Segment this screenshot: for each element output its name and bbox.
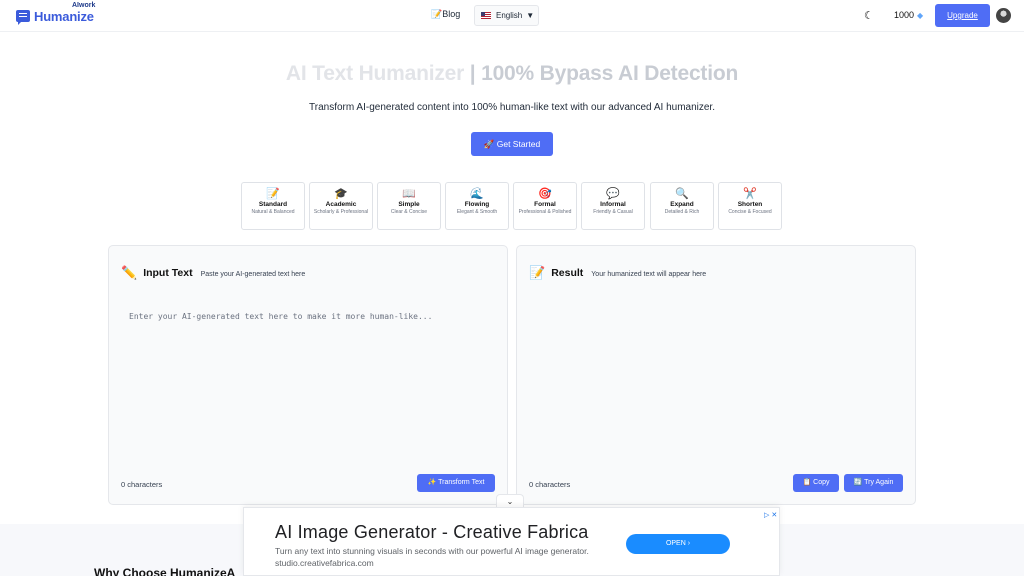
mode-name: Formal xyxy=(534,201,556,208)
memo-icon: 📝 xyxy=(529,265,546,280)
pencil-icon: ✏️ xyxy=(121,265,138,280)
chevron-down-icon: ▼ xyxy=(526,11,535,20)
try-again-button[interactable]: 🔄 Try Again xyxy=(844,474,903,492)
speech-bubble-icon: 💬 xyxy=(606,188,620,200)
mode-informal[interactable]: 💬 Informal Friendly & Casual xyxy=(581,182,645,230)
result-output[interactable] xyxy=(529,302,905,452)
chevron-down-icon: ⌄ xyxy=(506,497,514,506)
book-icon: 📖 xyxy=(402,188,416,200)
result-char-count: 0 characters xyxy=(529,480,571,489)
input-char-count: 0 characters xyxy=(121,480,163,489)
input-panel-title: Input Text xyxy=(143,267,193,279)
mode-standard[interactable]: 📝 Standard Natural & Balanced xyxy=(241,182,305,230)
language-label: English xyxy=(496,11,523,20)
avatar[interactable] xyxy=(996,8,1011,23)
graduation-cap-icon: 🎓 xyxy=(334,188,348,200)
get-started-button[interactable]: 🚀 Get Started xyxy=(471,132,553,156)
mode-name: Academic xyxy=(325,201,357,208)
why-choose-heading: Why Choose HumanizeA xyxy=(94,566,236,576)
diamond-icon: ◆ xyxy=(917,11,924,20)
mode-name: Shorten xyxy=(737,201,763,208)
logo-text: Humanize xyxy=(34,9,94,24)
input-textarea[interactable] xyxy=(121,302,501,452)
ad-title[interactable]: AI Image Generator - Creative Fabrica xyxy=(275,522,589,543)
mode-desc: Elegant & Smooth xyxy=(456,209,498,215)
mode-desc: Natural & Balanced xyxy=(251,209,295,215)
result-panel-header: 📝 Result Your humanized text will appear h… xyxy=(529,263,707,280)
mode-flowing[interactable]: 🌊 Flowing Elegant & Smooth xyxy=(445,182,509,230)
mode-desc: Detailed & Rich xyxy=(664,209,700,215)
target-icon: 🎯 xyxy=(538,188,552,200)
ad-collapse-toggle[interactable]: ⌄ xyxy=(496,494,524,508)
memo-icon: 📝 xyxy=(266,188,280,200)
title-part-b: | 100% Bypass AI Detection xyxy=(464,62,739,85)
credits-count: 1000 xyxy=(894,10,915,20)
language-select[interactable]: English ▼ xyxy=(474,5,539,26)
logo-subtitle: AIwork xyxy=(72,2,96,9)
mode-expand[interactable]: 🔍 Expand Detailed & Rich xyxy=(650,182,714,230)
input-panel: ✏️ Input Text Paste your AI-generated text… xyxy=(108,245,508,505)
result-panel: 📝 Result Your humanized text will appear h… xyxy=(516,245,916,505)
mode-simple[interactable]: 📖 Simple Clear & Concise xyxy=(377,182,441,230)
dark-mode-toggle-icon[interactable]: ☾ xyxy=(864,9,874,22)
mode-desc: Scholarly & Professional xyxy=(313,209,369,215)
page-subtitle: Transform AI-generated content into 100%… xyxy=(309,102,715,113)
ad-description: Turn any text into stunning visuals in s… xyxy=(275,546,589,568)
ad-banner[interactable]: ▷ ✕ AI Image Generator - Creative Fabric… xyxy=(243,507,780,576)
mode-desc: Clear & Concise xyxy=(390,209,428,215)
top-nav: AIwork Humanize 📝Blog English ▼ ☾ 1000 ◆ U… xyxy=(0,0,1024,32)
input-panel-subtitle: Paste your AI-generated text here xyxy=(200,271,306,278)
mode-name: Informal xyxy=(600,201,626,208)
mode-academic[interactable]: 🎓 Academic Scholarly & Professional xyxy=(309,182,373,230)
us-flag-icon xyxy=(481,12,491,19)
mode-desc: Professional & Polished xyxy=(518,209,572,215)
input-panel-header: ✏️ Input Text Paste your AI-generated text… xyxy=(121,263,306,280)
mode-formal[interactable]: 🎯 Formal Professional & Polished xyxy=(513,182,577,230)
chat-logo-icon xyxy=(16,10,30,25)
mode-shorten[interactable]: ✂️ Shorten Concise & Focused xyxy=(718,182,782,230)
mode-desc: Friendly & Casual xyxy=(593,209,633,215)
mode-name: Standard xyxy=(258,201,288,208)
scissors-icon: ✂️ xyxy=(743,188,757,200)
result-panel-subtitle: Your humanized text will appear here xyxy=(591,271,707,278)
mode-name: Expand xyxy=(670,201,694,208)
blog-link[interactable]: 📝Blog xyxy=(431,9,460,20)
page-title: AI Text Humanizer | 100% Bypass AI Detec… xyxy=(0,62,1024,86)
ad-open-button[interactable]: OPEN › xyxy=(626,534,730,554)
magnifier-icon: 🔍 xyxy=(675,188,689,200)
transform-text-button[interactable]: ✨ Transform Text xyxy=(417,474,495,492)
wave-icon: 🌊 xyxy=(470,188,484,200)
copy-button[interactable]: 📋 Copy xyxy=(793,474,839,492)
mode-name: Simple xyxy=(398,201,420,208)
result-panel-title: Result xyxy=(551,267,584,279)
title-part-a: AI Text Humanizer xyxy=(285,62,465,85)
ad-choices-icon[interactable]: ▷ ✕ xyxy=(764,511,777,519)
mode-name: Flowing xyxy=(464,201,490,208)
upgrade-button[interactable]: Upgrade xyxy=(935,4,990,27)
mode-desc: Concise & Focused xyxy=(728,209,772,215)
credits-display: 1000 ◆ xyxy=(894,10,923,20)
